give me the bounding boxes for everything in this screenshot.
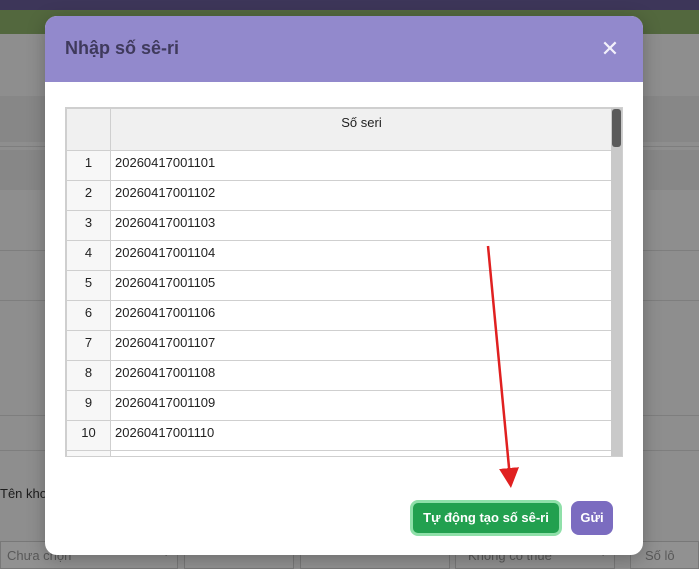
serial-number-cell[interactable]: 20260417001105 [110, 270, 613, 301]
serial-number-cell[interactable]: 20260417001102 [110, 180, 613, 211]
serial-number-cell[interactable]: 20260417001104 [110, 240, 613, 271]
close-icon[interactable]: ✕ [599, 38, 621, 60]
serial-number-cell[interactable]: 20260417001110 [110, 420, 613, 451]
serial-column-header: Số seri [110, 108, 613, 151]
scrollbar-thumb[interactable] [612, 109, 621, 147]
row-index: 3 [66, 210, 111, 241]
row-index: 9 [66, 390, 111, 421]
serial-number-cell[interactable]: 20260417001101 [110, 150, 613, 181]
row-index: 7 [66, 330, 111, 361]
table-row[interactable]: 7 20260417001107 [66, 330, 613, 361]
table-header-row: Số seri [66, 108, 613, 151]
serial-table-container[interactable]: Số seri 1 20260417001101 2 20260417001102 3 2… [65, 107, 623, 457]
row-index: 10 [66, 420, 111, 451]
row-index: 11 [66, 450, 111, 456]
table-row[interactable]: 1 20260417001101 [66, 150, 613, 181]
table-row[interactable]: 9 20260417001109 [66, 390, 613, 421]
serial-number-dialog: Nhập số sê-ri ✕ Số seri 1 20260417001101 2… [45, 16, 643, 555]
serial-number-cell[interactable]: 20260417001108 [110, 360, 613, 391]
dialog-title: Nhập số sê-ri [65, 38, 180, 58]
row-index: 6 [66, 300, 111, 331]
serial-number-cell[interactable]: 20260417001111 [110, 450, 613, 456]
row-index: 8 [66, 360, 111, 391]
row-index: 1 [66, 150, 111, 181]
table-row[interactable]: 1120260417001111 [66, 450, 613, 456]
index-column-header [66, 108, 111, 151]
auto-generate-serial-button[interactable]: Tự động tạo số sê-ri [410, 500, 562, 536]
table-row[interactable]: 3 20260417001103 [66, 210, 613, 241]
row-index: 4 [66, 240, 111, 271]
serial-number-cell[interactable]: 20260417001106 [110, 300, 613, 331]
table-row[interactable]: 4 20260417001104 [66, 240, 613, 271]
serial-number-cell[interactable]: 20260417001103 [110, 210, 613, 241]
table-scrollbar[interactable] [611, 108, 622, 456]
table-row[interactable]: 2 20260417001102 [66, 180, 613, 211]
table-row[interactable]: 8 20260417001108 [66, 360, 613, 391]
dialog-header: Nhập số sê-ri ✕ [45, 16, 643, 82]
row-index: 2 [66, 180, 111, 211]
serial-number-cell[interactable]: 20260417001107 [110, 330, 613, 361]
table-row[interactable]: 6 20260417001106 [66, 300, 613, 331]
serial-number-cell[interactable]: 20260417001109 [110, 390, 613, 421]
serial-table: Số seri 1 20260417001101 2 20260417001102 3 2… [66, 108, 613, 456]
table-row[interactable]: 10 20260417001110 [66, 420, 613, 451]
table-row[interactable]: 5 20260417001105 [66, 270, 613, 301]
row-index: 5 [66, 270, 111, 301]
send-button[interactable]: Gửi [571, 501, 613, 535]
